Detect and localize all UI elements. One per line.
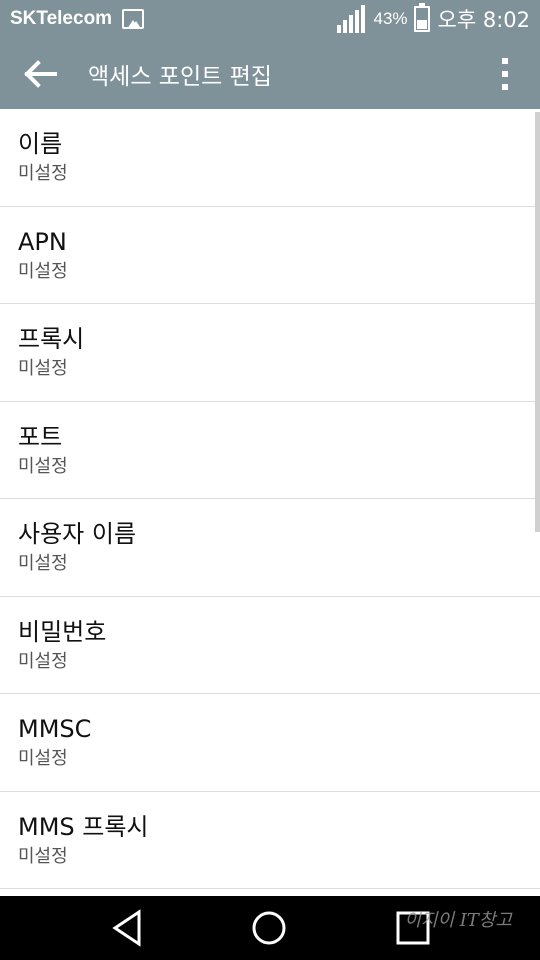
status-indicators: 43% 오후 8:02 xyxy=(335,3,530,34)
list-item-mmsc[interactable]: MMSC 미설정 xyxy=(0,694,540,792)
clock: 오후 8:02 xyxy=(437,8,530,32)
list-item-title: 포트 xyxy=(18,422,63,451)
list-item-title: 프록시 xyxy=(18,325,85,353)
more-options-button[interactable] xyxy=(470,38,540,109)
arrow-back-icon xyxy=(24,59,57,88)
list-item-apn[interactable]: APN 미설정 xyxy=(0,207,540,304)
list-item-title: MMSC xyxy=(18,715,92,743)
navigation-bar: 이지이 IT창고 xyxy=(0,896,540,960)
list-item-value: 미설정 xyxy=(18,163,68,184)
list-item-name[interactable]: 이름 미설정 xyxy=(0,109,540,207)
list-item-title: 비밀번호 xyxy=(18,617,107,646)
signal-icon xyxy=(335,5,366,33)
battery-icon xyxy=(413,3,430,32)
list-item-value: 미설정 xyxy=(18,260,68,282)
list-item-title: MMS 프록시 xyxy=(18,812,149,841)
nav-home-button[interactable] xyxy=(244,906,294,950)
screen: SKTelecom 43% 오후 8:02 액세스 포인트 편집 이름 미설정 … xyxy=(0,0,540,960)
list-item-title: 사용자 이름 xyxy=(18,520,137,548)
app-bar: 액세스 포인트 편집 xyxy=(0,38,540,109)
list-item-value: 미설정 xyxy=(18,455,68,477)
more-vert-icon xyxy=(502,57,508,90)
list-item-username[interactable]: 사용자 이름 미설정 xyxy=(0,499,540,597)
scrollbar[interactable] xyxy=(535,112,540,532)
list-item-title: 이름 xyxy=(18,130,63,158)
list-item-value: 미설정 xyxy=(18,553,68,574)
list-item-port[interactable]: 포트 미설정 xyxy=(0,402,540,499)
nav-home-icon xyxy=(252,911,286,945)
list-item-value: 미설정 xyxy=(18,650,68,672)
status-bar: SKTelecom 43% 오후 8:02 xyxy=(0,0,540,38)
apn-field-list: 이름 미설정 APN 미설정 프록시 미설정 포트 미설정 사용자 이름 미설정… xyxy=(0,109,540,889)
list-item-title: APN xyxy=(18,227,67,256)
nav-back-icon xyxy=(112,909,141,947)
back-button[interactable] xyxy=(0,38,80,109)
gallery-icon xyxy=(122,9,145,29)
list-item-proxy[interactable]: 프록시 미설정 xyxy=(0,304,540,402)
page-title: 액세스 포인트 편집 xyxy=(88,63,272,90)
list-item-password[interactable]: 비밀번호 미설정 xyxy=(0,597,540,694)
battery-percent: 43% xyxy=(373,9,408,28)
list-item-value: 미설정 xyxy=(18,845,68,867)
watermark: 이지이 IT창고 xyxy=(404,910,512,931)
nav-back-button[interactable] xyxy=(103,906,153,950)
list-item-value: 미설정 xyxy=(18,748,68,769)
list-item-value: 미설정 xyxy=(18,358,68,379)
list-item-mms-proxy[interactable]: MMS 프록시 미설정 xyxy=(0,792,540,889)
carrier-name: SKTelecom xyxy=(10,8,113,29)
